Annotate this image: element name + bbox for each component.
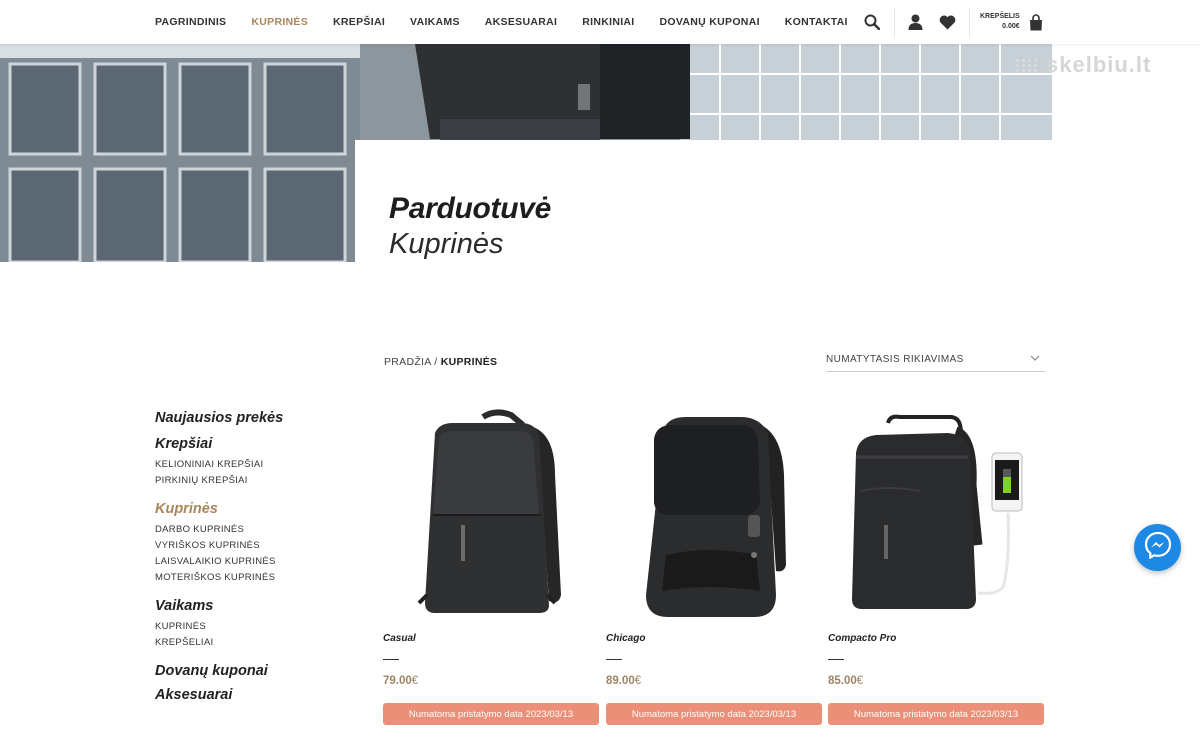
chevron-down-icon [1030, 353, 1040, 366]
subcategory-item[interactable]: KELIONINIAI KREPŠIAI [155, 457, 355, 473]
product-price: 85.00€ [828, 675, 863, 687]
product-card[interactable]: Casual 79.00€ Numatoma pristatymo data 2… [383, 395, 599, 725]
delivery-date-button[interactable]: Numatoma pristatymo data 2023/03/13 [383, 703, 599, 725]
user-icon[interactable] [905, 12, 925, 32]
price-value: 79.00 [383, 675, 412, 687]
category-dovanu-kuponai[interactable]: Dovanų kuponai [155, 663, 355, 679]
cart-summary[interactable]: KREPŠELIS 0.00€ [980, 12, 1020, 32]
nav-item-vaikams[interactable]: VAIKAMS [410, 16, 460, 28]
category-sidebar: Naujausios prekės Krepšiai KELIONINIAI K… [155, 410, 355, 703]
subcategory-item[interactable]: LAISVALAIKIO KUPRINĖS [155, 554, 355, 570]
watermark-text: skelbiu.lt [1046, 52, 1152, 77]
subcategory-item[interactable]: KREPŠELIAI [155, 635, 355, 651]
price-currency: € [856, 675, 864, 687]
header-actions: KREPŠELIS 0.00€ [862, 6, 1058, 38]
messenger-chat-button[interactable] [1134, 524, 1181, 571]
nav-item-pagrindinis[interactable]: PAGRINDINIS [155, 16, 226, 28]
main-nav: PAGRINDINIS KUPRINĖS KREPŠIAI VAIKAMS AK… [155, 0, 873, 44]
nav-item-kontaktai[interactable]: KONTAKTAI [785, 16, 848, 28]
breadcrumb-home[interactable]: PRADŽIA [384, 356, 431, 368]
subcategory-list-krepsiai: KELIONINIAI KREPŠIAI PIRKINIŲ KREPŠIAI [155, 457, 355, 489]
cart-amount: 0.00€ [1002, 23, 1020, 30]
sort-select[interactable]: NUMATYTASIS RIKIAVIMAS [826, 350, 1045, 372]
heart-icon[interactable] [937, 12, 957, 32]
search-icon[interactable] [862, 12, 882, 32]
product-image[interactable] [828, 395, 1044, 625]
price-value: 85.00 [828, 675, 857, 687]
category-krepsiai[interactable]: Krepšiai [155, 436, 355, 452]
product-name[interactable]: Chicago [606, 633, 645, 644]
messenger-icon [1144, 531, 1172, 564]
nav-item-krepsiai[interactable]: KREPŠIAI [333, 16, 385, 28]
breadcrumb-separator: / [431, 356, 441, 368]
subcategory-item[interactable]: MOTERIŠKOS KUPRINĖS [155, 570, 355, 586]
header-divider [969, 7, 970, 37]
divider [383, 659, 399, 660]
watermark-dots-icon [1016, 58, 1038, 72]
header: PAGRINDINIS KUPRINĖS KREPŠIAI VAIKAMS AK… [0, 0, 1200, 44]
product-name[interactable]: Compacto Pro [828, 633, 896, 644]
category-naujausios[interactable]: Naujausios prekės [155, 410, 355, 426]
divider [828, 659, 844, 660]
header-divider [894, 7, 895, 37]
product-card[interactable]: Chicago 89.00€ Numatoma pristatymo data … [606, 395, 822, 725]
product-price: 89.00€ [606, 675, 641, 687]
breadcrumb: PRADŽIA / KUPRINĖS [384, 356, 497, 368]
price-currency: € [411, 675, 419, 687]
nav-item-dovanu-kuponai[interactable]: DOVANŲ KUPONAI [660, 16, 760, 28]
subcategory-list-vaikams: KUPRINĖS KREPŠELIAI [155, 619, 355, 651]
price-currency: € [634, 675, 642, 687]
product-image[interactable] [383, 395, 599, 625]
nav-item-kuprines[interactable]: KUPRINĖS [251, 16, 308, 28]
backpack-image-compacto-pro [852, 414, 1023, 609]
page-title: Parduotuvė [389, 192, 552, 225]
backpack-image-casual [417, 409, 561, 613]
product-name[interactable]: Casual [383, 633, 416, 644]
subcategory-item[interactable]: PIRKINIŲ KREPŠIAI [155, 473, 355, 489]
delivery-date-button[interactable]: Numatoma pristatymo data 2023/03/13 [828, 703, 1044, 725]
divider [606, 659, 622, 660]
nav-item-aksesuarai[interactable]: AKSESUARAI [485, 16, 557, 28]
page-subtitle: Kuprinės [389, 228, 504, 260]
category-kuprines[interactable]: Kuprinės [155, 501, 355, 517]
backpack-image-chicago [646, 417, 786, 617]
nav-item-rinkiniai[interactable]: RINKINIAI [582, 16, 634, 28]
subcategory-list-kuprines: DARBO KUPRINĖS VYRIŠKOS KUPRINĖS LAISVAL… [155, 522, 355, 586]
subcategory-item[interactable]: DARBO KUPRINĖS [155, 522, 355, 538]
category-aksesuarai[interactable]: Aksesuarai [155, 687, 355, 703]
product-card[interactable]: Compacto Pro 85.00€ Numatoma pristatymo … [828, 395, 1044, 725]
delivery-date-button[interactable]: Numatoma pristatymo data 2023/03/13 [606, 703, 822, 725]
price-value: 89.00 [606, 675, 635, 687]
cart-label: KREPŠELIS [980, 13, 1020, 20]
product-image[interactable] [606, 395, 822, 625]
subcategory-item[interactable]: KUPRINĖS [155, 619, 355, 635]
breadcrumb-current: KUPRINĖS [440, 356, 498, 368]
bag-icon[interactable] [1026, 12, 1046, 32]
category-vaikams[interactable]: Vaikams [155, 598, 355, 614]
sort-label: NUMATYTASIS RIKIAVIMAS [826, 354, 964, 365]
subcategory-item[interactable]: VYRIŠKOS KUPRINĖS [155, 538, 355, 554]
product-price: 79.00€ [383, 675, 418, 687]
watermark: skelbiu.lt [1016, 52, 1151, 78]
